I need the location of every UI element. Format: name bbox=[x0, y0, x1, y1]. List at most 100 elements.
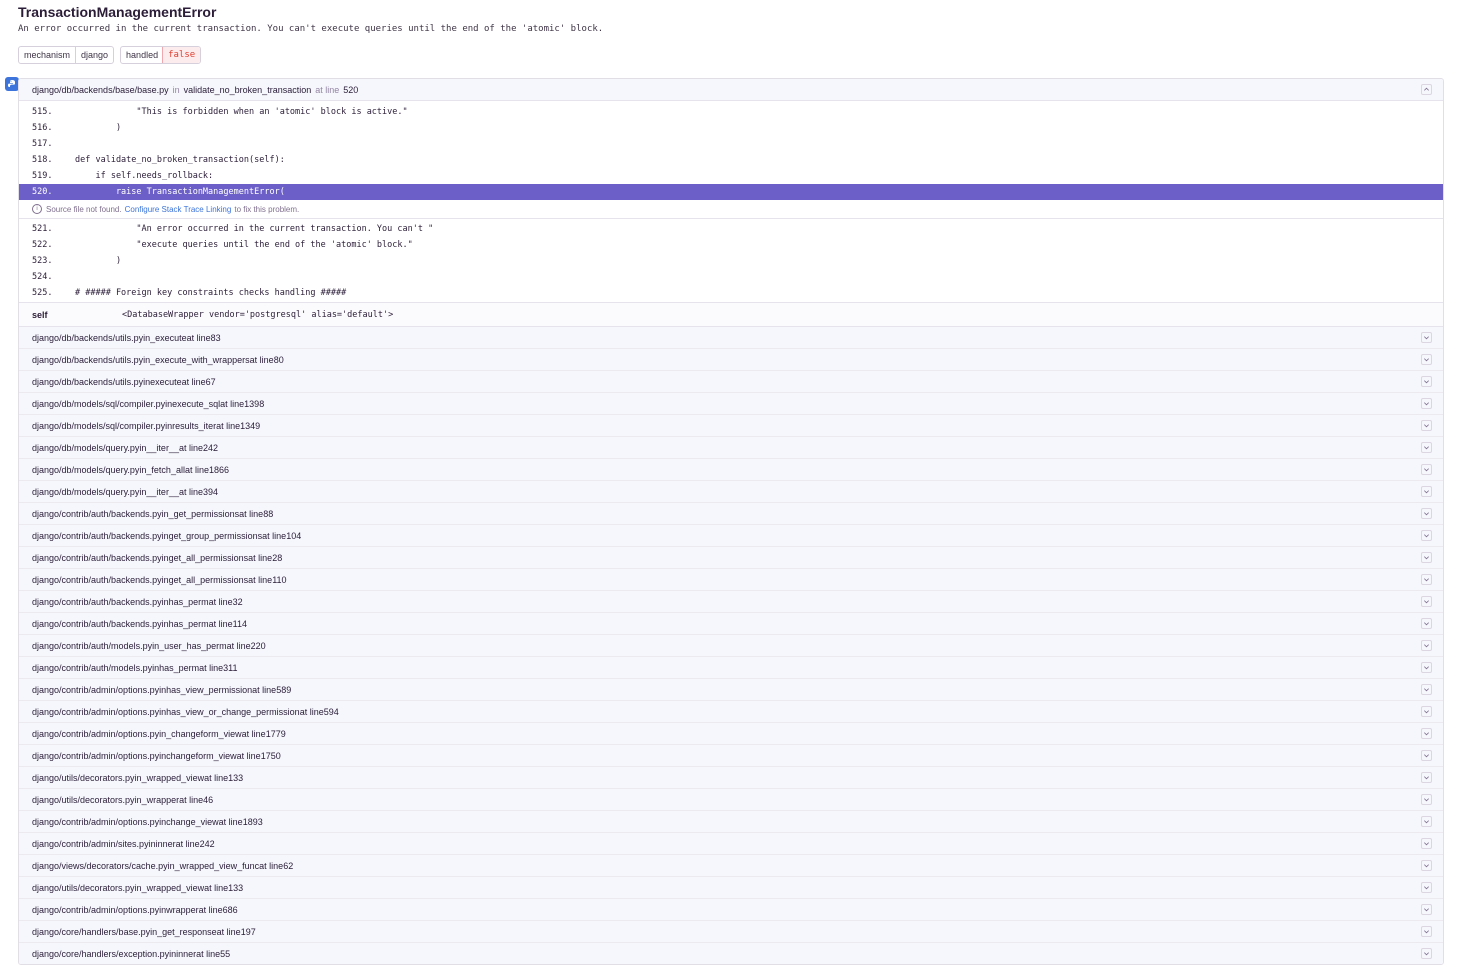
frame-in-label: in bbox=[143, 376, 151, 387]
frame-line-number: 1893 bbox=[242, 816, 263, 827]
frame-row[interactable]: django/db/models/sql/compiler.py in execut… bbox=[19, 393, 1443, 415]
line-code: "execute queries until the end of the 'a… bbox=[75, 240, 413, 250]
frame-file: django/db/models/sql/compiler.py bbox=[32, 420, 166, 431]
chevron-up-icon[interactable] bbox=[1421, 84, 1432, 95]
chevron-down-icon[interactable] bbox=[1421, 420, 1432, 431]
frame-in-label: in bbox=[165, 398, 173, 409]
frame-row[interactable]: django/contrib/admin/options.py in change_… bbox=[19, 811, 1443, 833]
chevron-down-icon[interactable] bbox=[1421, 354, 1432, 365]
frame-line-number: 197 bbox=[240, 926, 256, 937]
frame-row[interactable]: django/contrib/auth/backends.py in get_gro… bbox=[19, 525, 1443, 547]
stack-trace: django/db/backends/base/base.py in valid… bbox=[18, 78, 1444, 965]
frame-row[interactable]: django/db/backends/utils.py in _execute at … bbox=[19, 327, 1443, 349]
frame-in-label: in bbox=[165, 420, 173, 431]
chevron-down-icon[interactable] bbox=[1421, 706, 1432, 717]
chevron-down-icon[interactable] bbox=[1421, 332, 1432, 343]
chevron-down-icon[interactable] bbox=[1421, 882, 1432, 893]
frame-row[interactable]: django/contrib/admin/options.py in _change… bbox=[19, 723, 1443, 745]
frame-line-number: 67 bbox=[205, 376, 216, 387]
frame-row[interactable]: django/contrib/admin/sites.py in inner at l… bbox=[19, 833, 1443, 855]
chevron-down-icon[interactable] bbox=[1421, 838, 1432, 849]
code-line: 517. bbox=[19, 136, 1443, 152]
frame-line-number: 311 bbox=[223, 662, 238, 673]
frame-row[interactable]: django/core/handlers/exception.py in inner… bbox=[19, 943, 1443, 964]
chevron-down-icon[interactable] bbox=[1421, 552, 1432, 563]
frame-file: django/contrib/auth/backends.py bbox=[32, 596, 162, 607]
frame-row[interactable]: django/contrib/auth/backends.py in has_per… bbox=[19, 613, 1443, 635]
frame-in-label: in bbox=[159, 816, 167, 827]
frame-row[interactable]: django/db/models/query.py in _fetch_all at … bbox=[19, 459, 1443, 481]
frame-row[interactable]: django/utils/decorators.py in _wrapped_vie… bbox=[19, 767, 1443, 789]
chevron-down-icon[interactable] bbox=[1421, 860, 1432, 871]
chevron-down-icon[interactable] bbox=[1421, 376, 1432, 387]
chevron-down-icon[interactable] bbox=[1421, 926, 1432, 937]
configure-stack-trace-linking-link[interactable]: Configure Stack Trace Linking bbox=[125, 205, 232, 214]
frame-row[interactable]: django/utils/decorators.py in _wrapper at l… bbox=[19, 789, 1443, 811]
frame-function: validate_no_broken_transaction bbox=[183, 84, 312, 95]
frame-file: django/core/handlers/base.py bbox=[32, 926, 151, 937]
chevron-down-icon[interactable] bbox=[1421, 398, 1432, 409]
frame-row[interactable]: django/contrib/auth/backends.py in has_per… bbox=[19, 591, 1443, 613]
chevron-down-icon[interactable] bbox=[1421, 596, 1432, 607]
chevron-down-icon[interactable] bbox=[1421, 816, 1432, 827]
chevron-down-icon[interactable] bbox=[1421, 508, 1432, 519]
chevron-down-icon[interactable] bbox=[1421, 750, 1432, 761]
frame-row[interactable]: django/db/models/query.py in __iter__ at li… bbox=[19, 437, 1443, 459]
frame-in-label: in bbox=[134, 772, 142, 783]
line-code: raise TransactionManagementError( bbox=[75, 187, 285, 197]
chevron-down-icon[interactable] bbox=[1421, 640, 1432, 651]
chevron-down-icon[interactable] bbox=[1421, 772, 1432, 783]
frame-in-label: in bbox=[134, 794, 142, 805]
frame-row[interactable]: django/db/models/query.py in __iter__ at li… bbox=[19, 481, 1443, 503]
frame-at-line-label: at line bbox=[248, 574, 273, 585]
tag-handled[interactable]: handled false bbox=[120, 46, 202, 64]
frame-row[interactable]: django/db/backends/utils.py in _execute_wi… bbox=[19, 349, 1443, 371]
chevron-down-icon[interactable] bbox=[1421, 574, 1432, 585]
frame-function: change_view bbox=[166, 816, 219, 827]
chevron-down-icon[interactable] bbox=[1421, 464, 1432, 475]
frame-at-line-label: at line bbox=[239, 508, 264, 519]
chevron-down-icon[interactable] bbox=[1421, 728, 1432, 739]
frame-in-label: in bbox=[159, 750, 167, 761]
frame-row[interactable]: django/contrib/auth/backends.py in _get_pe… bbox=[19, 503, 1443, 525]
chevron-down-icon[interactable] bbox=[1421, 948, 1432, 959]
frame-in-label: in bbox=[134, 882, 142, 893]
frame-row[interactable]: django/contrib/auth/models.py in has_perm a… bbox=[19, 657, 1443, 679]
chevron-down-icon[interactable] bbox=[1421, 904, 1432, 915]
tag-mechanism[interactable]: mechanism django bbox=[18, 46, 115, 64]
frame-row[interactable]: django/contrib/auth/backends.py in get_all… bbox=[19, 547, 1443, 569]
frame-row[interactable]: django/db/backends/utils.py in execute at l… bbox=[19, 371, 1443, 393]
error-message: An error occurred in the current transac… bbox=[18, 24, 604, 34]
frame-row[interactable]: django/views/decorators/cache.py in _wrapp… bbox=[19, 855, 1443, 877]
frame-in-label: in bbox=[159, 706, 167, 717]
frame-row[interactable]: django/contrib/auth/models.py in _user_has… bbox=[19, 635, 1443, 657]
chevron-down-icon[interactable] bbox=[1421, 618, 1432, 629]
frame-row[interactable]: django/contrib/auth/backends.py in get_all… bbox=[19, 569, 1443, 591]
frame-line-number: 28 bbox=[272, 552, 283, 563]
chevron-down-icon[interactable] bbox=[1421, 530, 1432, 541]
frame-file: django/contrib/auth/models.py bbox=[32, 662, 153, 673]
frame-at-line-label: at line bbox=[181, 376, 206, 387]
frame-line-number: 594 bbox=[323, 706, 339, 717]
frame-line-number: 114 bbox=[232, 618, 248, 629]
frame-at-line-label: at line bbox=[262, 530, 287, 541]
frame-row[interactable]: django/utils/decorators.py in _wrapped_vie… bbox=[19, 877, 1443, 899]
chevron-down-icon[interactable] bbox=[1421, 794, 1432, 805]
frame-header-expanded[interactable]: django/db/backends/base/base.py in valid… bbox=[19, 79, 1443, 101]
frame-row[interactable]: django/db/models/sql/compiler.py in result… bbox=[19, 415, 1443, 437]
chevron-down-icon[interactable] bbox=[1421, 662, 1432, 673]
chevron-down-icon[interactable] bbox=[1421, 442, 1432, 453]
frame-line-number: 589 bbox=[276, 684, 292, 695]
chevron-down-icon[interactable] bbox=[1421, 486, 1432, 497]
frame-row[interactable]: django/core/handlers/base.py in _get_respo… bbox=[19, 921, 1443, 943]
chevron-down-icon[interactable] bbox=[1421, 684, 1432, 695]
frame-function: results_iter bbox=[172, 420, 217, 431]
line-code: # ##### Foreign key constraints checks h… bbox=[75, 288, 347, 298]
frame-row[interactable]: django/contrib/admin/options.py in wrapper… bbox=[19, 899, 1443, 921]
line-code: def validate_no_broken_transaction(self)… bbox=[75, 155, 285, 165]
frame-function: _wrapped_view_func bbox=[174, 860, 260, 871]
frame-row[interactable]: django/contrib/admin/options.py in has_vie… bbox=[19, 701, 1443, 723]
frame-row[interactable]: django/contrib/admin/options.py in has_vie… bbox=[19, 679, 1443, 701]
frame-row[interactable]: django/contrib/admin/options.py in changef… bbox=[19, 745, 1443, 767]
frame-at-line-label: at line bbox=[236, 750, 261, 761]
